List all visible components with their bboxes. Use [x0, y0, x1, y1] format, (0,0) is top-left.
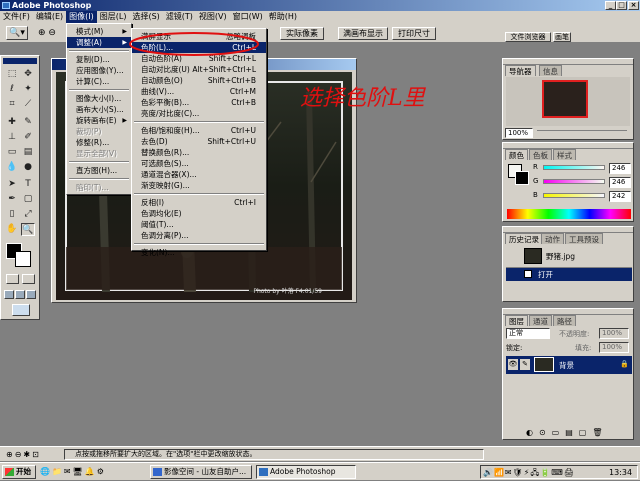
tab-history[interactable]: 历史记录: [505, 233, 543, 244]
tab-channels[interactable]: 通道: [529, 315, 552, 326]
layer-name: 背景: [559, 361, 574, 370]
annotation-text: 选择色阶L里: [300, 86, 425, 111]
annotation-circle: [129, 32, 259, 56]
channel-value-field[interactable]: 242: [609, 191, 631, 202]
tab-paths[interactable]: 路径: [553, 315, 576, 326]
taskbar-button-browser-label: 影像空间 - 山友自助户...: [164, 467, 247, 476]
taskbar-button-photoshop-label: Adobe Photoshop: [270, 467, 336, 476]
history-snapshot-row[interactable]: 野猪.jpg: [506, 246, 632, 268]
layer-lock-icon: 🔒: [620, 360, 629, 368]
tab-color[interactable]: 颜色: [505, 149, 528, 160]
status-bar: ⊕⊖✱⊡ 点按或拖移所要扩大的区域。在"选项"栏中更改缩放状态。: [0, 446, 640, 461]
taskbar: 开始 🌐📁✉🖥🔔⚙ 影像空间 - 山友自助户... Adobe Photosho…: [0, 462, 640, 480]
layer-thumbnail: [534, 357, 554, 372]
channel-label: G: [533, 177, 539, 185]
history-state-row[interactable]: 打开: [506, 268, 632, 281]
status-hint: 点按或拖移所要扩大的区域。在"选项"栏中更改缩放状态。: [64, 449, 484, 460]
taskbar-button-photoshop[interactable]: Adobe Photoshop: [256, 465, 356, 479]
channel-value-field[interactable]: 246: [609, 177, 631, 188]
layer-visibility-eye-icon[interactable]: 👁: [508, 359, 518, 370]
history-snapshot-thumbnail: [524, 248, 542, 264]
history-document-name: 野猪.jpg: [546, 252, 575, 261]
opacity-label: 不透明度:: [559, 330, 590, 338]
tab-swatches[interactable]: 色板: [529, 149, 552, 160]
layer-row-background[interactable]: 👁 ✎ 背景 🔒: [506, 356, 632, 374]
channel-slider[interactable]: [543, 165, 605, 170]
quick-launch-icons[interactable]: 🌐📁✉🖥🔔⚙: [40, 466, 144, 478]
fill-field[interactable]: 100%: [599, 342, 629, 353]
tab-tool-presets[interactable]: 工具预设: [565, 233, 603, 244]
color-spectrum-bar[interactable]: [507, 209, 631, 219]
history-state-label: 打开: [538, 270, 553, 279]
blend-mode-select[interactable]: 正常: [506, 328, 550, 339]
tab-styles[interactable]: 样式: [553, 149, 576, 160]
tray-icons[interactable]: 🔊📶✉🛡⚡🖧🔋⌨🖨: [483, 467, 575, 481]
channel-slider[interactable]: [543, 179, 605, 184]
tab-layers[interactable]: 图层: [505, 315, 528, 326]
layers-panel: 图层 通道 路径 正常 不透明度: 100% 锁定: 填充: 100% 👁 ✎ …: [502, 308, 634, 440]
navigator-panel: 导航器 信息 100%: [502, 58, 634, 140]
taskbar-button-browser[interactable]: 影像空间 - 山友自助户...: [150, 465, 252, 479]
tab-info[interactable]: 信息: [539, 65, 562, 76]
history-state-icon: [524, 270, 532, 278]
tab-actions[interactable]: 动作: [541, 233, 564, 244]
navigator-zoom-slider[interactable]: [537, 130, 627, 136]
start-button[interactable]: 开始: [2, 465, 36, 479]
color-bg-swatch[interactable]: [515, 171, 529, 185]
photoshop-icon: [259, 468, 268, 476]
ie-icon: [153, 468, 162, 476]
navigator-view-box[interactable]: [542, 80, 588, 118]
navigator-zoom-field[interactable]: 100%: [505, 128, 533, 138]
history-panel: 历史记录 动作 工具预设 野猪.jpg 打开: [502, 226, 634, 302]
lock-label: 锁定:: [506, 344, 523, 352]
windows-logo-icon: [5, 468, 14, 476]
tab-navigator[interactable]: 导航器: [505, 65, 536, 76]
channel-value-field[interactable]: 246: [609, 163, 631, 174]
channel-slider[interactable]: [543, 193, 605, 198]
layer-brush-icon: ✎: [520, 359, 530, 370]
system-tray: 🔊📶✉🛡⚡🖧🔋⌨🖨 13:34: [480, 465, 638, 479]
channel-label: R: [533, 163, 538, 171]
status-icons[interactable]: ⊕⊖✱⊡: [6, 449, 60, 460]
start-label: 开始: [16, 467, 31, 476]
channel-label: B: [533, 191, 538, 199]
clock: 13:34: [609, 468, 633, 477]
color-panel: 颜色 色板 样式 R 246 G 246 B 242: [502, 142, 634, 222]
opacity-field[interactable]: 100%: [599, 328, 629, 339]
navigator-preview-area: [506, 77, 630, 126]
layers-footer-buttons[interactable]: ◐⊙▭▤▢🗑: [506, 427, 632, 438]
fill-label: 填充:: [575, 344, 592, 352]
